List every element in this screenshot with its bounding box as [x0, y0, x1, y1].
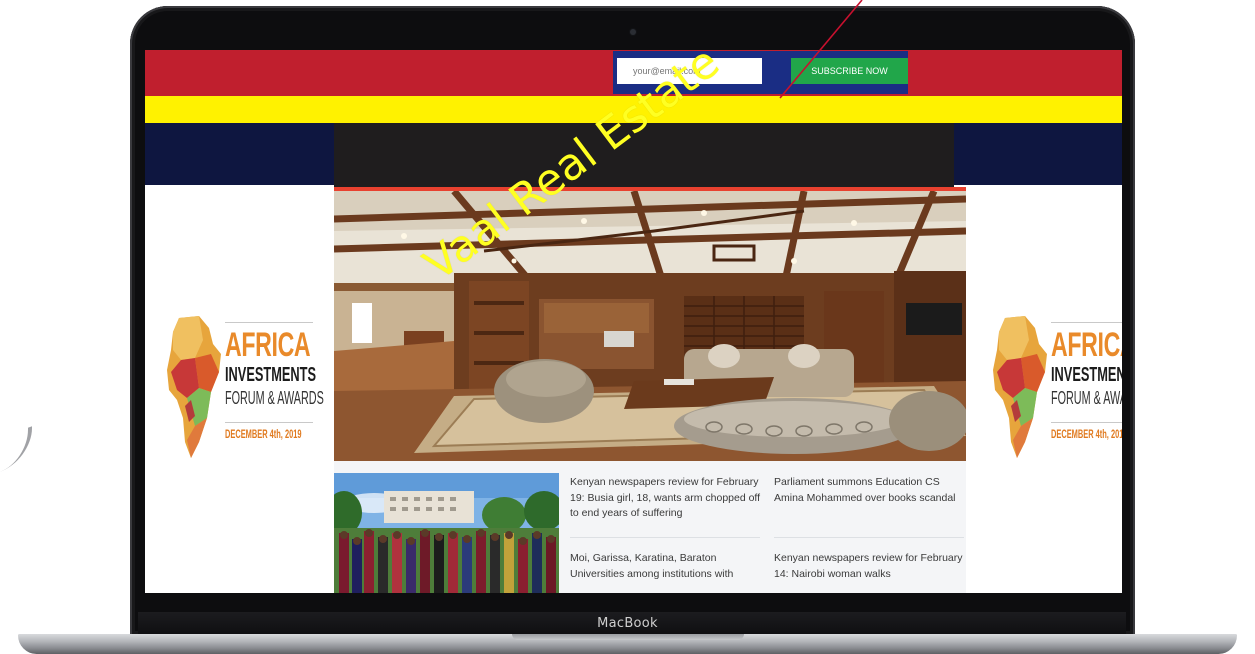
webcam-icon	[630, 29, 636, 35]
device-label: MacBook	[597, 616, 658, 631]
news-divider	[774, 537, 964, 538]
ad-subtitle: INVESTMENTS	[225, 364, 317, 386]
news-link[interactable]: Kenyan newspapers review for February 14…	[774, 551, 964, 587]
hero-photo[interactable]	[334, 191, 966, 461]
ad-tagline: FORUM & AWARDS	[225, 388, 324, 408]
ad-divider	[1051, 322, 1122, 323]
laptop-hinge-notch	[512, 634, 744, 640]
news-divider	[570, 537, 760, 538]
ad-divider	[225, 322, 313, 323]
africa-map-icon	[167, 316, 221, 458]
news-thumbnail[interactable]	[334, 473, 559, 593]
ad-banner-right[interactable]: AFRICA INVESTMENTS FORUM & AWARDS DECEMB…	[991, 314, 1122, 474]
newsletter-email-input[interactable]	[617, 58, 762, 84]
news-link[interactable]: Kenyan newspapers review for February 19…	[570, 475, 768, 522]
ad-tagline: FORUM & AWARDS	[1051, 388, 1122, 408]
news-link[interactable]: Parliament summons Education CS Amina Mo…	[774, 475, 964, 506]
laptop-reflection	[0, 426, 32, 472]
ad-title: AFRICA	[1051, 326, 1122, 364]
graduation-photo	[334, 473, 559, 593]
subscribe-button[interactable]: SUBSCRIBE NOW	[791, 58, 908, 84]
africa-map-icon	[993, 316, 1047, 458]
news-section: Kenyan newspapers review for February 19…	[334, 461, 966, 593]
ad-divider	[1051, 422, 1122, 423]
laptop-screen: SUBSCRIBE NOW AFRICA INVESTMENTS FORUM &…	[145, 50, 1122, 593]
yellow-stripe	[145, 96, 1122, 123]
ad-date: DECEMBER 4th, 2019	[225, 427, 302, 441]
living-room-image	[334, 191, 966, 461]
ad-date: DECEMBER 4th, 2019	[1051, 427, 1122, 441]
ad-banner-left[interactable]: AFRICA INVESTMENTS FORUM & AWARDS DECEMB…	[165, 314, 335, 474]
ad-divider	[225, 422, 313, 423]
news-link[interactable]: Moi, Garissa, Karatina, Baraton Universi…	[570, 551, 768, 587]
ad-title: AFRICA	[225, 326, 311, 364]
site-header-bar	[334, 123, 954, 187]
ad-subtitle: INVESTMENTS	[1051, 364, 1122, 386]
